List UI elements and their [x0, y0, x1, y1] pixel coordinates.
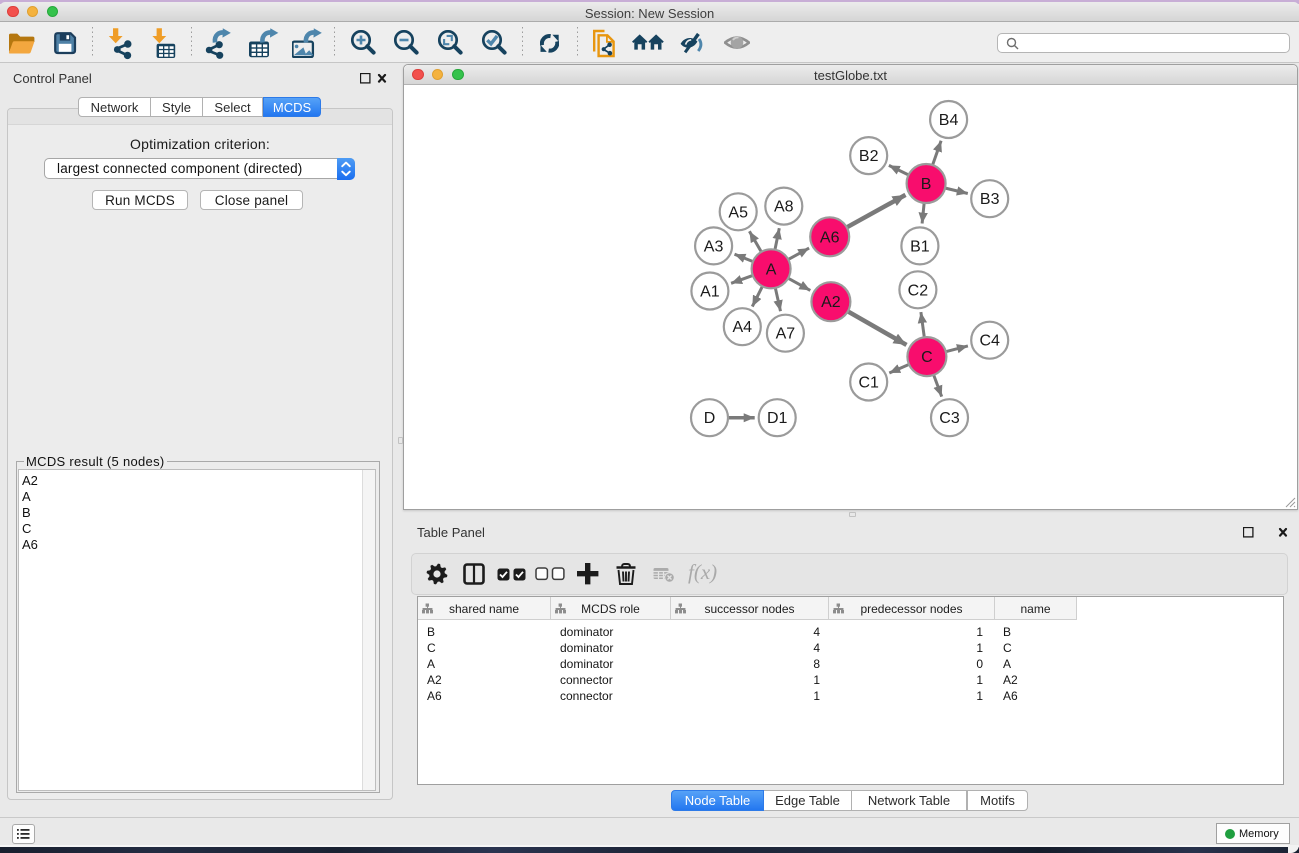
svg-text:B1: B1	[910, 238, 930, 255]
svg-text:B3: B3	[980, 191, 1000, 208]
svg-text:B4: B4	[939, 112, 959, 129]
svg-text:C4: C4	[979, 333, 1000, 350]
svg-text:C: C	[921, 349, 933, 366]
svg-text:A5: A5	[728, 204, 748, 221]
svg-text:D: D	[704, 410, 716, 427]
svg-text:A3: A3	[704, 238, 724, 255]
svg-text:A6: A6	[820, 229, 840, 246]
svg-text:A7: A7	[776, 326, 796, 343]
svg-text:A: A	[766, 261, 777, 278]
svg-text:A2: A2	[821, 294, 841, 311]
svg-text:C2: C2	[908, 282, 929, 299]
svg-text:B2: B2	[859, 148, 879, 165]
svg-text:C1: C1	[858, 375, 879, 392]
svg-text:B: B	[921, 176, 932, 193]
svg-text:A1: A1	[700, 284, 720, 301]
svg-text:C3: C3	[939, 410, 960, 427]
svg-text:A4: A4	[733, 319, 753, 336]
svg-text:D1: D1	[767, 410, 788, 427]
svg-text:A8: A8	[774, 199, 794, 216]
